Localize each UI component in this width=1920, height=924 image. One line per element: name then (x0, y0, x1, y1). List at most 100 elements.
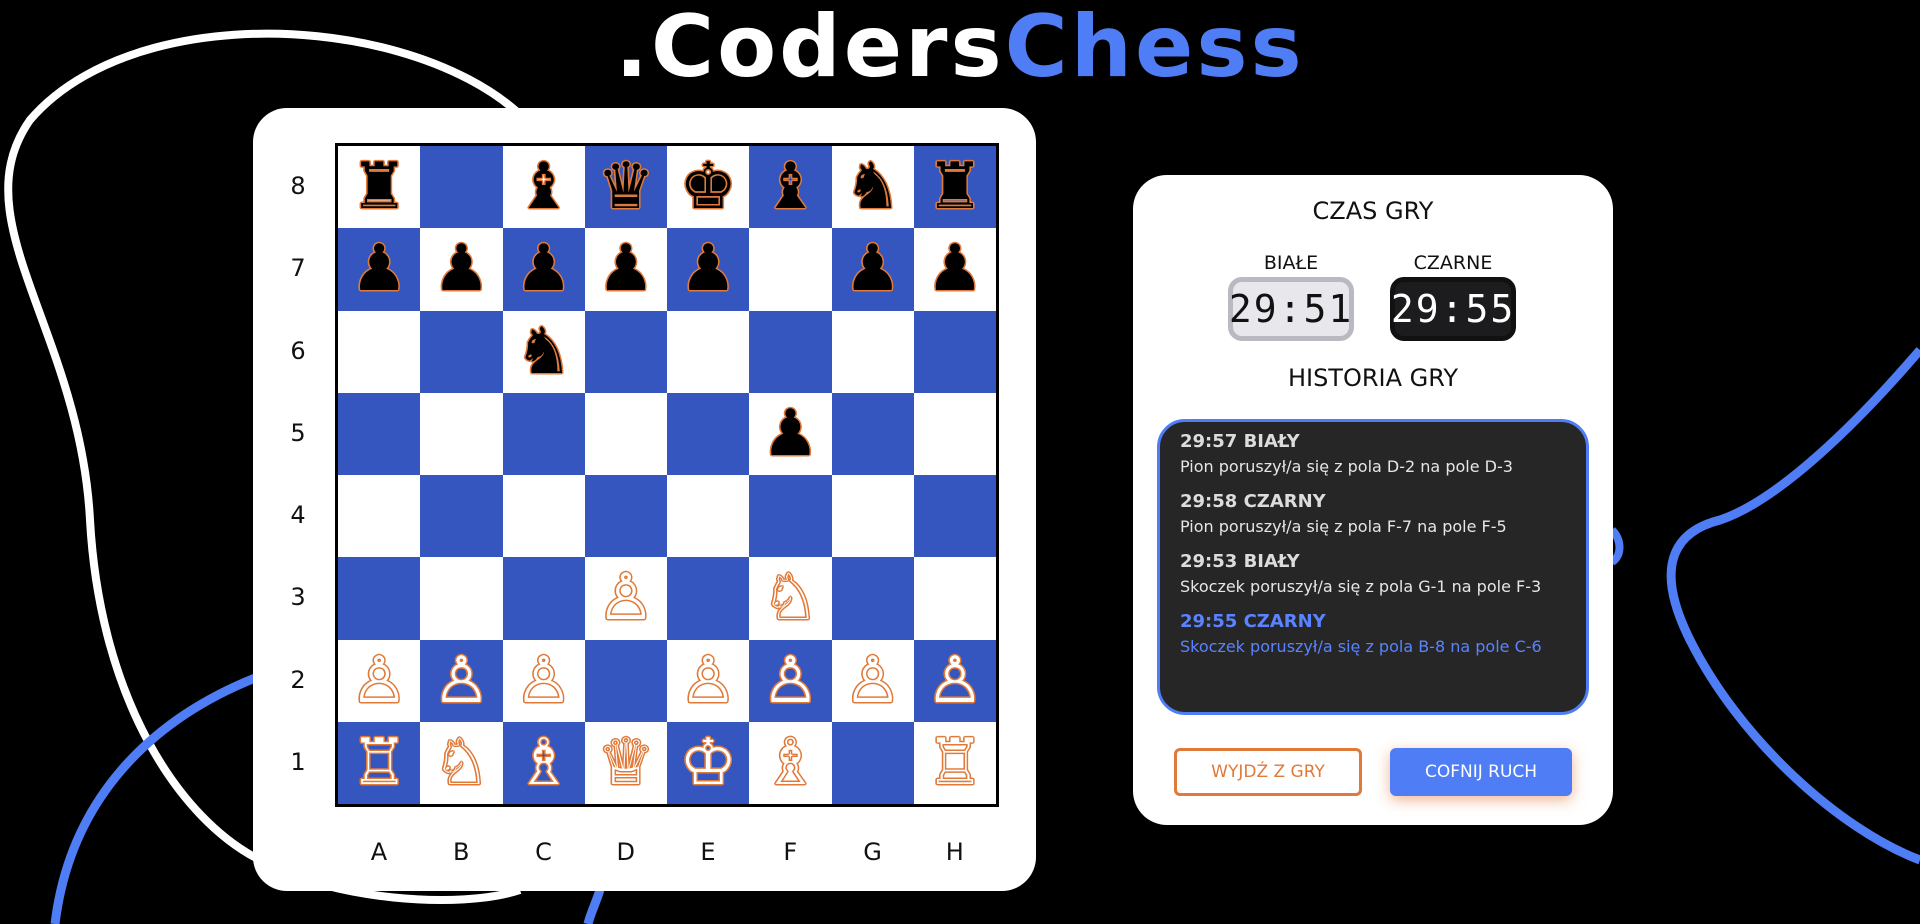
white-pawn-icon[interactable]: ♙ (926, 649, 983, 713)
white-king-icon[interactable]: ♔ (679, 731, 736, 795)
white-pawn-icon[interactable]: ♙ (350, 649, 407, 713)
square-g2[interactable]: ♙ (831, 639, 914, 722)
white-pawn-icon[interactable]: ♙ (515, 649, 572, 713)
square-b8[interactable] (420, 146, 503, 229)
black-pawn-icon[interactable]: ♟ (762, 402, 819, 466)
square-b3[interactable] (420, 557, 503, 640)
square-e2[interactable]: ♙ (667, 639, 750, 722)
square-c1[interactable]: ♗ (502, 721, 585, 804)
black-pawn-icon[interactable]: ♟ (350, 237, 407, 301)
square-e3[interactable] (667, 557, 750, 640)
square-h6[interactable] (913, 310, 996, 393)
square-h1[interactable]: ♖ (913, 721, 996, 804)
square-a4[interactable] (338, 475, 421, 558)
square-g1[interactable] (831, 721, 914, 804)
square-f3[interactable]: ♘ (749, 557, 832, 640)
black-pawn-icon[interactable]: ♟ (597, 237, 654, 301)
square-d4[interactable] (584, 475, 667, 558)
square-f4[interactable] (749, 475, 832, 558)
square-d3[interactable]: ♙ (584, 557, 667, 640)
square-c7[interactable]: ♟ (502, 228, 585, 311)
square-f6[interactable] (749, 310, 832, 393)
square-h5[interactable] (913, 392, 996, 475)
square-h8[interactable]: ♜ (913, 146, 996, 229)
square-d1[interactable]: ♕ (584, 721, 667, 804)
black-pawn-icon[interactable]: ♟ (844, 237, 901, 301)
undo-move-button[interactable]: COFNIJ RUCH (1390, 748, 1572, 796)
black-pawn-icon[interactable]: ♟ (433, 237, 490, 301)
square-e1[interactable]: ♔ (667, 721, 750, 804)
square-e7[interactable]: ♟ (667, 228, 750, 311)
white-rook-icon[interactable]: ♖ (350, 731, 407, 795)
square-h3[interactable] (913, 557, 996, 640)
square-c2[interactable]: ♙ (502, 639, 585, 722)
black-pawn-icon[interactable]: ♟ (926, 237, 983, 301)
square-g3[interactable] (831, 557, 914, 640)
black-pawn-icon[interactable]: ♟ (679, 237, 736, 301)
black-rook-icon[interactable]: ♜ (350, 155, 407, 219)
square-d7[interactable]: ♟ (584, 228, 667, 311)
square-c3[interactable] (502, 557, 585, 640)
white-bishop-icon[interactable]: ♗ (515, 731, 572, 795)
square-c5[interactable] (502, 392, 585, 475)
square-d2[interactable] (584, 639, 667, 722)
square-d5[interactable] (584, 392, 667, 475)
black-knight-icon[interactable]: ♞ (844, 155, 901, 219)
square-a1[interactable]: ♖ (338, 721, 421, 804)
white-queen-icon[interactable]: ♕ (597, 731, 654, 795)
square-c6[interactable]: ♞ (502, 310, 585, 393)
square-f2[interactable]: ♙ (749, 639, 832, 722)
square-e4[interactable] (667, 475, 750, 558)
square-a8[interactable]: ♜ (338, 146, 421, 229)
square-a5[interactable] (338, 392, 421, 475)
square-a6[interactable] (338, 310, 421, 393)
square-a2[interactable]: ♙ (338, 639, 421, 722)
square-h7[interactable]: ♟ (913, 228, 996, 311)
white-bishop-icon[interactable]: ♗ (762, 731, 819, 795)
square-b6[interactable] (420, 310, 503, 393)
black-rook-icon[interactable]: ♜ (926, 155, 983, 219)
black-bishop-icon[interactable]: ♝ (762, 155, 819, 219)
square-e8[interactable]: ♚ (667, 146, 750, 229)
square-f5[interactable]: ♟ (749, 392, 832, 475)
white-pawn-icon[interactable]: ♙ (844, 649, 901, 713)
white-pawn-icon[interactable]: ♙ (597, 566, 654, 630)
square-f1[interactable]: ♗ (749, 721, 832, 804)
exit-game-button[interactable]: WYJDŹ Z GRY (1174, 748, 1362, 796)
black-pawn-icon[interactable]: ♟ (515, 237, 572, 301)
square-e5[interactable] (667, 392, 750, 475)
square-g6[interactable] (831, 310, 914, 393)
black-queen-icon[interactable]: ♛ (597, 155, 654, 219)
white-knight-icon[interactable]: ♘ (762, 566, 819, 630)
square-b4[interactable] (420, 475, 503, 558)
square-e6[interactable] (667, 310, 750, 393)
square-h2[interactable]: ♙ (913, 639, 996, 722)
black-bishop-icon[interactable]: ♝ (515, 155, 572, 219)
white-rook-icon[interactable]: ♖ (926, 731, 983, 795)
history-entry: 29:53 BIAŁY Skoczek poruszył/a się z pola… (1180, 548, 1566, 598)
square-f8[interactable]: ♝ (749, 146, 832, 229)
square-d6[interactable] (584, 310, 667, 393)
square-g8[interactable]: ♞ (831, 146, 914, 229)
black-king-icon[interactable]: ♚ (679, 155, 736, 219)
square-b1[interactable]: ♘ (420, 721, 503, 804)
square-a3[interactable] (338, 557, 421, 640)
square-b7[interactable]: ♟ (420, 228, 503, 311)
white-pawn-icon[interactable]: ♙ (433, 649, 490, 713)
square-b5[interactable] (420, 392, 503, 475)
rank-label: 5 (290, 418, 306, 447)
square-b2[interactable]: ♙ (420, 639, 503, 722)
square-a7[interactable]: ♟ (338, 228, 421, 311)
square-c8[interactable]: ♝ (502, 146, 585, 229)
black-knight-icon[interactable]: ♞ (515, 320, 572, 384)
square-f7[interactable] (749, 228, 832, 311)
square-g5[interactable] (831, 392, 914, 475)
square-g7[interactable]: ♟ (831, 228, 914, 311)
white-pawn-icon[interactable]: ♙ (762, 649, 819, 713)
square-d8[interactable]: ♛ (584, 146, 667, 229)
white-knight-icon[interactable]: ♘ (433, 731, 490, 795)
white-pawn-icon[interactable]: ♙ (679, 649, 736, 713)
square-h4[interactable] (913, 475, 996, 558)
square-c4[interactable] (502, 475, 585, 558)
square-g4[interactable] (831, 475, 914, 558)
